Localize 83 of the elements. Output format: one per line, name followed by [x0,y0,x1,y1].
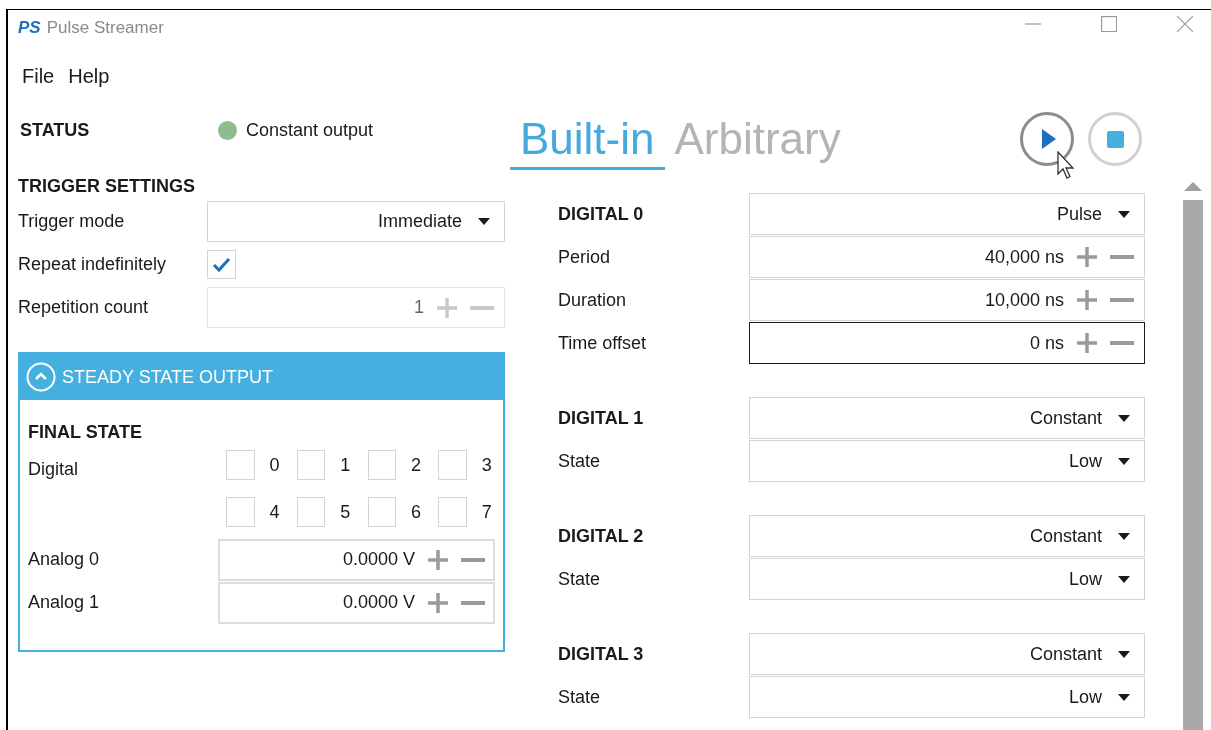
stop-icon [1106,130,1124,148]
caret-icon [1118,210,1130,218]
plus-icon[interactable] [1076,332,1098,354]
check-icon [212,256,231,273]
number-field[interactable]: 40,000 ns [749,236,1145,278]
panel-title: STEADY STATE OUTPUT [62,365,274,389]
minus-icon[interactable] [1110,339,1134,347]
channel-name: DIGITAL 2 [558,524,645,548]
cursor-icon [1057,151,1077,180]
status-label: STATUS [19,118,91,142]
state-dropdown[interactable]: Low [749,558,1145,600]
mode-dropdown[interactable]: Constant [749,633,1145,675]
mode-dropdown[interactable]: Constant [749,397,1145,439]
field-label: Repeat indefinitely [18,253,168,276]
minus-icon[interactable] [461,555,485,564]
play-icon [1042,129,1056,149]
field-label: Duration [558,288,628,312]
number-field[interactable]: 10,000 ns [749,279,1145,321]
bit-checkbox[interactable] [226,497,255,527]
caret-icon [1118,650,1130,658]
bit-label: 3 [481,453,493,477]
menu-item[interactable]: File [20,61,57,91]
bit-checkbox[interactable] [226,450,255,480]
field-label: Trigger mode [18,210,126,233]
stop-button[interactable] [1088,112,1142,166]
state-dropdown[interactable]: Low [749,676,1145,718]
plus-icon[interactable] [1076,289,1098,311]
channel-name: DIGITAL 1 [558,406,645,430]
bit-label: 5 [340,500,352,524]
chevron-icon [26,362,56,392]
maximize-icon[interactable] [1101,16,1117,32]
bit-checkbox[interactable] [438,497,467,527]
minus-icon[interactable] [1110,296,1134,304]
plus-icon[interactable] [1076,246,1098,268]
field-label: Analog 1 [28,591,101,614]
minus-icon[interactable] [1110,253,1134,261]
voltage-field[interactable]: 0.0000 V [218,538,495,581]
plus-icon[interactable] [427,591,449,614]
voltage-field[interactable]: 0.0000 V [218,581,495,624]
bit-label: 6 [411,500,422,524]
caret-icon [1118,575,1130,583]
scroll-up-icon[interactable] [1184,182,1202,191]
field-label: Period [558,245,612,269]
menu-item[interactable]: Help [66,61,112,91]
bit-checkbox[interactable] [367,497,396,527]
trigger-mode-dropdown[interactable]: Immediate [207,201,505,242]
status-text: Constant output [246,118,374,142]
mode-dropdown[interactable]: Constant [749,515,1145,557]
app-logo: PS [18,17,41,40]
scrollbar-thumb[interactable] [1183,200,1203,730]
bit-checkbox[interactable] [296,497,326,527]
bit-label: 1 [340,453,352,477]
field-label: State [558,449,602,473]
field-label: Analog 0 [28,548,101,571]
caret-icon [1118,693,1130,701]
minus-icon[interactable] [461,598,485,607]
bit-label: 2 [411,453,422,477]
bit-label: 7 [481,500,493,524]
bit-label: 4 [269,500,281,524]
plus-icon[interactable] [427,548,449,571]
bit-checkbox[interactable] [296,450,326,480]
channel-name: DIGITAL 0 [558,202,645,226]
mode-dropdown[interactable]: Pulse [749,193,1145,235]
channel-name: DIGITAL 3 [558,642,645,666]
window-title: Pulse Streamer [46,17,164,40]
caret-icon [478,218,490,225]
repeat-checkbox[interactable] [207,250,236,279]
caret-icon [1118,414,1130,422]
field-label: State [558,685,602,709]
bit-checkbox[interactable] [367,450,396,480]
bit-label: 0 [269,453,281,477]
section-heading: FINAL STATE [28,420,143,444]
field-label: Time offset [558,331,648,355]
number-field[interactable]: 0 ns [749,322,1145,364]
field-label: Digital [28,458,80,481]
state-dropdown[interactable]: Low [749,440,1145,482]
close-icon[interactable] [1177,16,1193,32]
caret-icon [1118,457,1130,465]
bit-checkbox[interactable] [438,450,467,480]
field-label: State [558,567,602,591]
field-label: Repetition count [18,296,150,319]
section-heading: TRIGGER SETTINGS [18,174,196,198]
caret-icon [1118,532,1130,540]
